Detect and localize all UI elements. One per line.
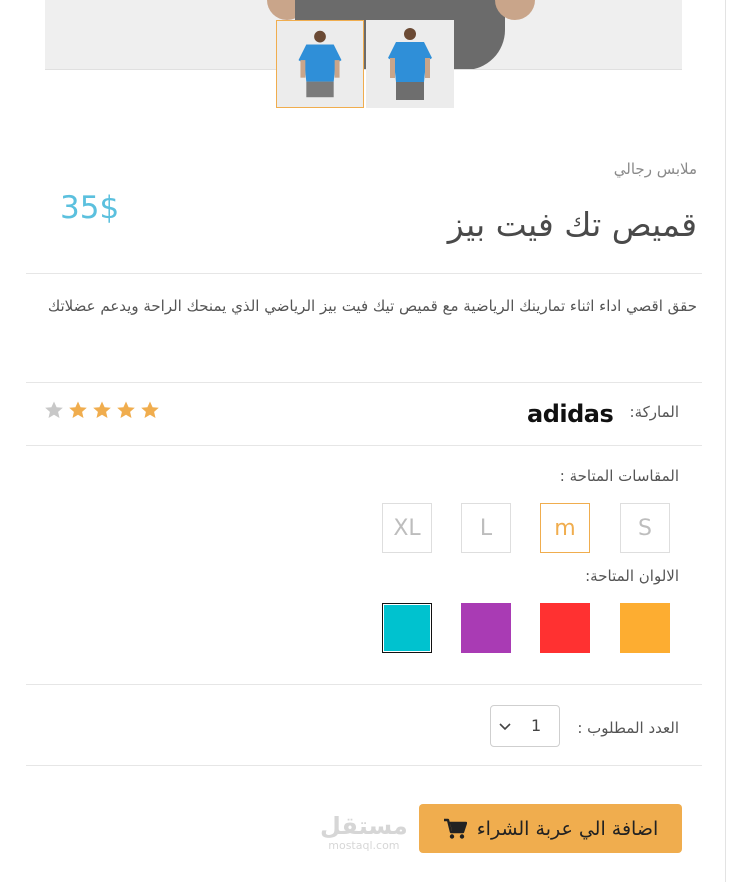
color-swatch-red[interactable] (540, 603, 590, 653)
quantity-label: العدد المطلوب : (577, 719, 679, 737)
divider (26, 765, 702, 766)
size-option-m[interactable]: m (540, 503, 590, 553)
product-title: قميص تك فيت بيز (447, 205, 697, 244)
thumbnail-front-view[interactable] (366, 20, 454, 108)
product-price: 35$ (60, 190, 120, 226)
divider (26, 684, 702, 685)
add-to-cart-label: اضافة الي عربة الشراء (476, 817, 659, 840)
size-option-s[interactable]: S (620, 503, 670, 553)
divider (26, 273, 702, 274)
shirt-back-image (277, 21, 363, 107)
sizes-label: المقاسات المتاحة : (559, 467, 679, 485)
star-filled-icon (117, 401, 135, 418)
star-filled-icon (69, 401, 87, 418)
chevron-down-icon (499, 723, 511, 731)
product-card: ملابس رجالي قميص تك فيت بيز 35$ حقق اقصي… (0, 0, 726, 882)
shirt-front-image (366, 20, 454, 108)
size-option-xl[interactable]: XL (382, 503, 432, 553)
star-empty-icon (45, 401, 63, 418)
color-swatch-purple[interactable] (461, 603, 511, 653)
add-to-cart-button[interactable]: اضافة الي عربة الشراء (419, 804, 682, 853)
star-filled-icon (93, 401, 111, 418)
brand-label: الماركة: (629, 403, 679, 421)
quantity-select[interactable]: 1 (490, 705, 560, 747)
divider (26, 382, 702, 383)
divider (26, 445, 702, 446)
color-swatch-orange[interactable] (620, 603, 670, 653)
product-category: ملابس رجالي (613, 160, 697, 178)
thumbnail-back-view[interactable] (276, 20, 364, 108)
size-option-l[interactable]: L (461, 503, 511, 553)
watermark: مستقل mostaql.com (320, 812, 408, 852)
rating-stars (44, 400, 160, 420)
brand-logo: adidas (527, 400, 614, 428)
color-swatch-cyan[interactable] (382, 603, 432, 653)
quantity-value: 1 (531, 716, 542, 735)
cart-icon (443, 818, 467, 839)
colors-label: الالوان المتاحة: (585, 567, 679, 585)
watermark-latin: mostaql.com (328, 839, 400, 852)
star-filled-icon (141, 401, 159, 418)
product-description: حقق اقصي اداء اثناء تمارينك الرياضية مع … (47, 297, 697, 315)
watermark-arabic: مستقل (320, 812, 408, 840)
